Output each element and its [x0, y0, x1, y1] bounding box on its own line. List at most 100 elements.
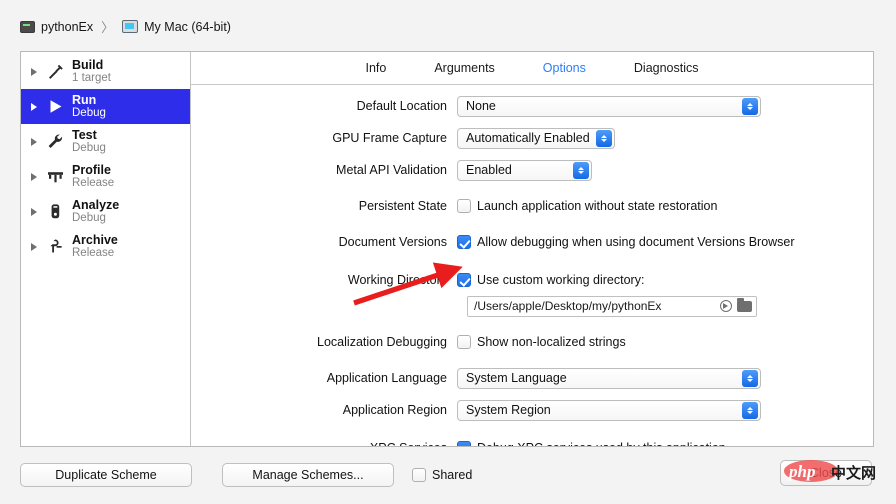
sidebar-item-test-title: Test: [72, 128, 106, 142]
row-working-directory: Working Directory Use custom working dir…: [191, 269, 873, 291]
row-metal-api-validation: Metal API Validation Enabled: [191, 159, 873, 181]
tab-options[interactable]: Options: [543, 61, 586, 75]
row-persistent-state: Persistent State Launch application with…: [191, 195, 873, 217]
duplicate-scheme-button[interactable]: Duplicate Scheme: [20, 463, 192, 487]
show-non-localized-strings-checkbox[interactable]: [457, 335, 471, 349]
scheme-action-list: Build 1 target Run Debug: [21, 52, 191, 446]
default-location-label: Default Location: [191, 99, 457, 113]
sidebar-item-analyze[interactable]: Analyze Debug: [21, 194, 190, 229]
sidebar-item-archive[interactable]: Archive Release: [21, 229, 190, 264]
options-scroll-area[interactable]: Core Location Allow Location Simulation …: [191, 85, 873, 446]
sidebar-item-profile[interactable]: Profile Release: [21, 159, 190, 194]
sidebar-item-build-title: Build: [72, 58, 111, 72]
manage-schemes-button[interactable]: Manage Schemes...: [222, 463, 394, 487]
breadcrumb-scheme-label: pythonEx: [41, 20, 93, 34]
row-localization-debugging: Localization Debugging Show non-localize…: [191, 331, 873, 353]
localization-debugging-label: Localization Debugging: [191, 335, 457, 349]
folder-icon[interactable]: [737, 301, 752, 312]
clipped-next-row: [191, 439, 873, 446]
chevron-updown-icon[interactable]: [742, 370, 758, 387]
disclosure-triangle-icon[interactable]: [29, 206, 41, 218]
shared-checkbox[interactable]: [412, 468, 426, 482]
shared-checkbox-group[interactable]: Shared: [412, 468, 472, 482]
options-form: Core Location Allow Location Simulation …: [191, 85, 873, 446]
sidebar-item-profile-title: Profile: [72, 163, 114, 177]
sidebar-item-archive-title: Archive: [72, 233, 118, 247]
chevron-updown-icon[interactable]: [573, 162, 589, 179]
chevron-updown-icon[interactable]: [742, 402, 758, 419]
disclosure-triangle-icon[interactable]: [29, 241, 41, 253]
breadcrumb-item-scheme[interactable]: pythonEx: [20, 20, 93, 34]
application-region-value: System Region: [466, 403, 736, 417]
chevron-updown-icon[interactable]: [742, 98, 758, 115]
sidebar-item-archive-subtitle: Release: [72, 247, 118, 260]
xcode-scheme-editor-window: pythonEx 〉 My Mac (64-bit) Build 1 targe…: [0, 0, 896, 504]
sidebar-item-profile-subtitle: Release: [72, 177, 114, 190]
application-language-label: Application Language: [191, 371, 457, 385]
row-application-region: Application Region System Region: [191, 399, 873, 421]
sidebar-item-test[interactable]: Test Debug: [21, 124, 190, 159]
scheme-detail-panel: Info Arguments Options Diagnostics Core …: [191, 52, 873, 446]
sidebar-item-run[interactable]: Run Debug: [21, 89, 190, 124]
disclosure-triangle-icon[interactable]: [29, 66, 41, 78]
sheet-bottom-bar: Duplicate Scheme Manage Schemes... Share…: [20, 458, 874, 492]
application-language-value: System Language: [466, 371, 736, 385]
application-language-popup[interactable]: System Language: [457, 368, 761, 389]
sidebar-item-build-subtitle: 1 target: [72, 72, 111, 85]
breadcrumb-separator: 〉: [101, 17, 114, 36]
persistent-state-label: Persistent State: [191, 199, 457, 213]
application-region-label: Application Region: [191, 403, 457, 417]
row-default-location: Default Location None: [191, 95, 873, 117]
sidebar-item-run-subtitle: Debug: [72, 107, 106, 120]
play-icon: [44, 96, 66, 118]
working-directory-path-field[interactable]: /Users/apple/Desktop/my/pythonEx: [467, 296, 757, 317]
gauge-icon: [44, 166, 66, 188]
gpu-frame-capture-label: GPU Frame Capture: [191, 131, 457, 145]
row-working-directory-path: /Users/apple/Desktop/my/pythonEx: [191, 295, 873, 317]
use-custom-working-directory-label: Use custom working directory:: [477, 273, 644, 287]
launch-without-state-restoration-checkbox[interactable]: [457, 199, 471, 213]
gpu-frame-capture-value: Automatically Enabled: [466, 131, 590, 145]
breadcrumb: pythonEx 〉 My Mac (64-bit): [20, 17, 231, 36]
tab-bar: Info Arguments Options Diagnostics: [191, 52, 873, 85]
tab-arguments[interactable]: Arguments: [434, 61, 494, 75]
terminal-icon: [20, 21, 35, 33]
sidebar-item-analyze-title: Analyze: [72, 198, 119, 212]
gpu-frame-capture-popup[interactable]: Automatically Enabled: [457, 128, 615, 149]
sidebar-item-test-subtitle: Debug: [72, 142, 106, 155]
shared-label: Shared: [432, 468, 472, 482]
metal-api-validation-popup[interactable]: Enabled: [457, 160, 592, 181]
default-location-popup[interactable]: None: [457, 96, 761, 117]
launch-without-state-restoration-label: Launch application without state restora…: [477, 199, 717, 213]
row-gpu-frame-capture: GPU Frame Capture Automatically Enabled: [191, 127, 873, 149]
show-non-localized-strings-label: Show non-localized strings: [477, 335, 626, 349]
allow-debugging-versions-browser-checkbox[interactable]: [457, 235, 471, 249]
disclosure-triangle-icon[interactable]: [29, 136, 41, 148]
disclosure-triangle-icon[interactable]: [29, 171, 41, 183]
breadcrumb-destination-label: My Mac (64-bit): [144, 20, 231, 34]
application-region-popup[interactable]: System Region: [457, 400, 761, 421]
microscope-icon: [44, 201, 66, 223]
tab-info[interactable]: Info: [365, 61, 386, 75]
sidebar-item-build[interactable]: Build 1 target: [21, 54, 190, 89]
sidebar-item-analyze-subtitle: Debug: [72, 212, 119, 225]
row-application-language: Application Language System Language: [191, 367, 873, 389]
wrench-icon: [44, 131, 66, 153]
working-directory-label: Working Directory: [191, 273, 457, 287]
metal-api-validation-label: Metal API Validation: [191, 163, 457, 177]
close-button[interactable]: Close: [780, 460, 872, 486]
tab-diagnostics[interactable]: Diagnostics: [634, 61, 699, 75]
reveal-arrow-icon[interactable]: [720, 300, 732, 312]
document-versions-label: Document Versions: [191, 235, 457, 249]
row-document-versions: Document Versions Allow debugging when u…: [191, 231, 873, 253]
breadcrumb-item-destination[interactable]: My Mac (64-bit): [122, 20, 231, 34]
allow-debugging-versions-browser-label: Allow debugging when using document Vers…: [477, 235, 795, 249]
use-custom-working-directory-checkbox[interactable]: [457, 273, 471, 287]
chevron-updown-icon[interactable]: [596, 130, 612, 147]
working-directory-path-value: /Users/apple/Desktop/my/pythonEx: [474, 299, 720, 313]
default-location-value: None: [466, 99, 736, 113]
disclosure-triangle-icon[interactable]: [29, 101, 41, 113]
display-icon: [122, 20, 138, 33]
scheme-editor-sheet: Build 1 target Run Debug: [20, 51, 874, 447]
sidebar-item-run-title: Run: [72, 93, 106, 107]
